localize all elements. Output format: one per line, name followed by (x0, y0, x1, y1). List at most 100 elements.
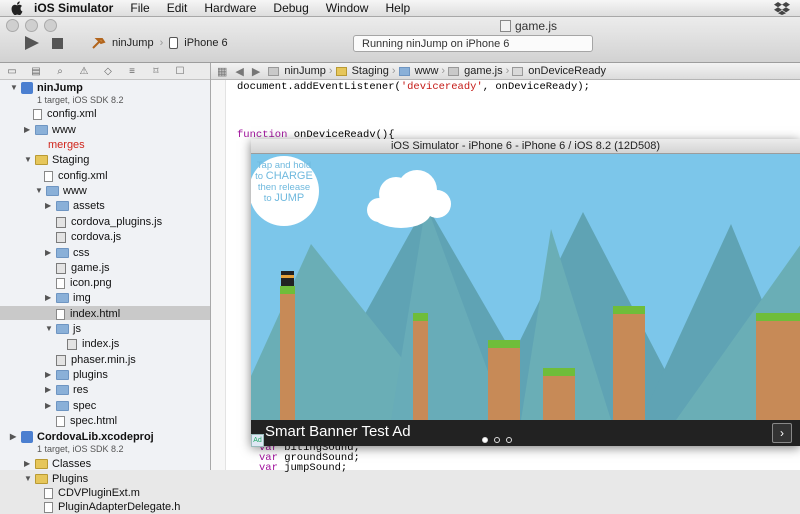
editor-gutter (211, 80, 226, 470)
search-icon[interactable]: ⌕ (48, 63, 72, 79)
warning-icon[interactable]: ⚠ (72, 63, 96, 79)
tree-item-icon-png[interactable]: icon.png (56, 276, 112, 290)
simulator-title: iOS Simulator - iPhone 6 - iPhone 6 / iO… (251, 139, 800, 154)
jumpbar-project[interactable]: ninJump (268, 65, 326, 77)
pager-dot[interactable] (506, 437, 512, 443)
apple-menu-icon[interactable] (10, 1, 24, 15)
tree-subtitle: 1 target, iOS SDK 8.2 (37, 95, 124, 105)
tree-item-plugins[interactable]: ▶ plugins (45, 368, 108, 382)
navigator-tabs: ▭ ▤ ⌕ ⚠ ◇ ≡ ⌑ ☐ (0, 63, 210, 80)
scheme-project: ninJump (112, 37, 154, 49)
file-icon (33, 108, 42, 120)
scheme-selector[interactable]: ninJump › iPhone 6 (92, 37, 228, 49)
minimize-window-button[interactable] (25, 19, 38, 32)
source-file-icon (44, 487, 53, 499)
cloud-shape (367, 170, 451, 228)
ad-pager (482, 437, 512, 443)
pillar-shape (756, 313, 800, 420)
js-file-icon (56, 354, 66, 366)
tree-item-cdvpluginext-m[interactable]: CDVPluginExt.m (44, 486, 140, 500)
menu-help[interactable]: Help (385, 1, 410, 15)
window-controls (6, 19, 57, 32)
folder-icon (35, 459, 48, 469)
project-navigator: ▭ ▤ ⌕ ⚠ ◇ ≡ ⌑ ☐ ▼ ninJump 1 target, iOS S… (0, 63, 211, 513)
folder-icon (56, 370, 69, 380)
tree-item-phaser-min-js[interactable]: phaser.min.js (56, 353, 136, 367)
tree-item-staging[interactable]: ▼ Staging (24, 153, 89, 167)
tree-item-img[interactable]: ▶ img (45, 291, 91, 305)
folder-icon (335, 66, 347, 76)
jumpbar-www[interactable]: www (398, 65, 438, 77)
debug-icon[interactable]: ≡ (120, 63, 144, 79)
forward-arrow-icon[interactable]: ▶ (252, 65, 260, 78)
tree-item-plugins-group[interactable]: ▼ Plugins (24, 472, 88, 486)
pager-dot[interactable] (482, 437, 488, 443)
test-icon[interactable]: ◇ (96, 63, 120, 79)
dropbox-icon[interactable] (774, 1, 790, 15)
tree-item-game-js[interactable]: game.js (56, 261, 110, 275)
game-screen[interactable]: Tap and hold to CHARGE then release to J… (251, 154, 800, 420)
window-title: game.js (500, 19, 557, 33)
tree-item-staging-config-xml[interactable]: config.xml (44, 169, 108, 183)
chevron-right-icon: › (159, 37, 164, 49)
menu-window[interactable]: Window (326, 1, 369, 15)
tree-subtitle: 1 target, iOS SDK 8.2 (37, 444, 124, 454)
tree-item-pluginadapterdelegate-h[interactable]: PluginAdapterDelegate.h (44, 500, 180, 514)
tree-item-index-html[interactable]: index.html (56, 307, 120, 321)
related-items-icon[interactable]: ▦ (217, 65, 227, 78)
menu-debug[interactable]: Debug (273, 1, 308, 15)
tree-item-index-js[interactable]: index.js (67, 337, 119, 351)
ad-banner[interactable]: Ad Smart Banner Test Ad › (251, 420, 800, 447)
tree-item-classes[interactable]: ▶ Classes (24, 457, 91, 471)
folder-icon[interactable]: ▭ (0, 63, 24, 79)
js-file-icon (56, 231, 66, 243)
tree-item-config-xml[interactable]: config.xml (33, 107, 97, 121)
pager-dot[interactable] (494, 437, 500, 443)
menu-edit[interactable]: Edit (167, 1, 188, 15)
pillar-shape (613, 306, 645, 420)
run-button[interactable] (24, 36, 40, 50)
folder-icon (398, 66, 410, 76)
tree-item-cordova-js[interactable]: cordova.js (56, 230, 121, 244)
code-line: document.addEventListener('deviceready',… (237, 81, 590, 93)
folder-icon (56, 401, 69, 411)
window-title-text: game.js (515, 19, 558, 33)
ninja-character (281, 271, 294, 286)
jump-bar: ▦ ◀ ▶ ninJump › Staging › www › game.js … (211, 63, 800, 80)
menu-hardware[interactable]: Hardware (204, 1, 256, 15)
project-icon (268, 66, 280, 76)
tree-item-merges[interactable]: merges (48, 138, 85, 152)
tree-item-js[interactable]: ▼ js (45, 322, 81, 336)
chevron-right-icon: › (328, 65, 333, 77)
pillar-shape (488, 340, 520, 420)
project-icon (21, 431, 33, 443)
tree-item-res[interactable]: ▶ res (45, 383, 88, 397)
tree-item-assets[interactable]: ▶ assets (45, 199, 105, 213)
ad-next-button[interactable]: › (772, 423, 792, 443)
jumpbar-file[interactable]: game.js (448, 65, 503, 77)
jumpbar-staging[interactable]: Staging (335, 65, 389, 77)
hammer-icon (92, 38, 106, 49)
symbol-icon[interactable]: ▤ (24, 63, 48, 79)
tree-item-www[interactable]: ▶ www (24, 123, 76, 137)
iphone-icon (169, 37, 179, 49)
jumpbar-function[interactable]: onDeviceReady (512, 65, 606, 77)
tree-item-staging-www[interactable]: ▼ www (35, 184, 87, 198)
html-file-icon (56, 415, 65, 427)
close-window-button[interactable] (6, 19, 19, 32)
tree-item-spec-html[interactable]: spec.html (56, 414, 117, 428)
zoom-window-button[interactable] (44, 19, 57, 32)
tree-item-spec[interactable]: ▶ spec (45, 399, 96, 413)
menu-file[interactable]: File (130, 1, 149, 15)
activity-status: Running ninJump on iPhone 6 (353, 35, 593, 52)
tree-item-cordova-plugins-js[interactable]: cordova_plugins.js (56, 215, 162, 229)
chevron-right-icon: › (505, 65, 510, 77)
folder-icon (35, 474, 48, 484)
tree-item-css[interactable]: ▶ css (45, 246, 90, 260)
app-menu[interactable]: iOS Simulator (34, 1, 113, 15)
breakpoint-icon[interactable]: ⌑ (144, 63, 168, 79)
stop-button[interactable] (52, 38, 63, 49)
back-arrow-icon[interactable]: ◀ (235, 65, 243, 78)
log-icon[interactable]: ☐ (168, 63, 192, 79)
header-file-icon (44, 501, 53, 513)
